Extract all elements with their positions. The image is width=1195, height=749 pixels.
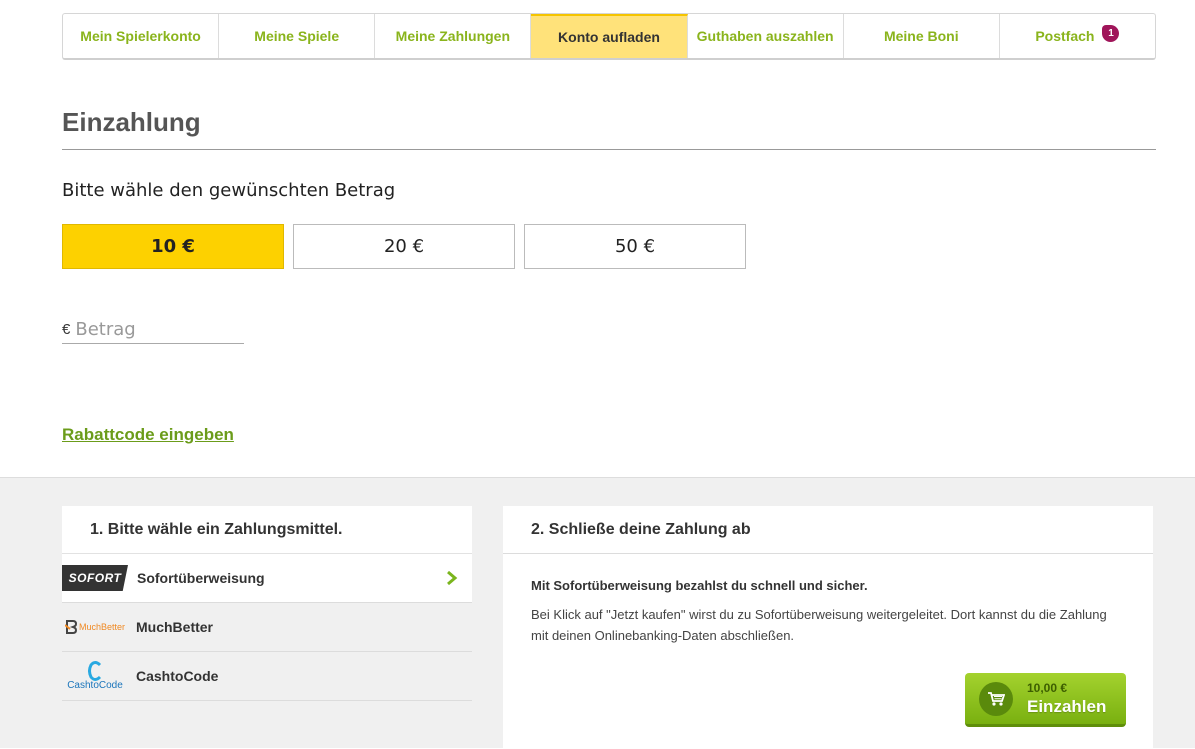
tab-konto-aufladen[interactable]: Konto aufladen	[531, 14, 688, 58]
title-divider	[62, 149, 1156, 150]
payment-method-heading: 1. Bitte wähle ein Zahlungsmittel.	[62, 506, 472, 554]
amount-button-50[interactable]: 50 €	[524, 224, 746, 269]
deposit-button-amount: 10,00 €	[1027, 680, 1068, 695]
payment-method-muchbetter[interactable]: MuchBetter MuchBetter	[62, 603, 472, 652]
checkout-panel: 2. Schließe deine Zahlung ab Mit Sofortü…	[503, 506, 1153, 749]
checkout-heading: 2. Schließe deine Zahlung ab	[503, 506, 1153, 554]
tab-meine-zahlungen[interactable]: Meine Zahlungen	[375, 14, 532, 58]
chevron-right-icon	[432, 570, 472, 586]
payment-area: 1. Bitte wähle ein Zahlungsmittel. SOFOR…	[0, 477, 1195, 749]
payment-method-name: Sofortüberweisung	[137, 570, 265, 586]
account-tabs: Mein Spielerkonto Meine Spiele Meine Zah…	[62, 13, 1156, 60]
checkout-info-headline: Mit Sofortüberweisung bezahlst du schnel…	[531, 578, 868, 593]
payment-method-cashtocode[interactable]: CashtoCode CashtoCode	[62, 652, 472, 701]
tab-postfach-label: Postfach	[1035, 28, 1095, 44]
payment-method-name: CashtoCode	[136, 668, 219, 684]
amount-button-20[interactable]: 20 €	[293, 224, 515, 269]
sofort-logo: SOFORT	[62, 565, 128, 591]
page-title: Einzahlung	[62, 107, 201, 137]
deposit-button[interactable]: 10,00 € Einzahlen	[965, 673, 1126, 727]
payment-method-sofort[interactable]: SOFORT Sofortüberweisung	[62, 554, 472, 603]
tab-meine-spiele[interactable]: Meine Spiele	[219, 14, 376, 58]
amount-options: 10 € 20 € 50 €	[62, 224, 746, 269]
currency-symbol: €	[62, 321, 71, 338]
amount-input[interactable]	[75, 319, 226, 340]
unread-badge: 1	[1102, 24, 1120, 42]
cashtocode-logo: CashtoCode	[62, 661, 128, 691]
amount-button-10[interactable]: 10 €	[62, 224, 284, 269]
tab-postfach[interactable]: Postfach 1	[1000, 14, 1155, 58]
amount-prompt: Bitte wähle den gewünschten Betrag	[62, 180, 396, 201]
cart-icon	[979, 681, 1013, 716]
muchbetter-logo: MuchBetter	[62, 620, 128, 634]
custom-amount-field: €	[62, 316, 244, 344]
payment-method-panel: 1. Bitte wähle ein Zahlungsmittel. SOFOR…	[62, 506, 472, 749]
checkout-info-text: Bei Klick auf "Jetzt kaufen" wirst du zu…	[531, 607, 1107, 643]
coupon-code-link[interactable]: Rabattcode eingeben	[62, 425, 234, 445]
tab-guthaben-auszahlen[interactable]: Guthaben auszahlen	[688, 14, 844, 58]
deposit-button-label: Einzahlen	[1027, 696, 1107, 716]
tab-mein-spielerkonto[interactable]: Mein Spielerkonto	[63, 14, 220, 58]
payment-method-name: MuchBetter	[136, 619, 214, 635]
tab-meine-boni[interactable]: Meine Boni	[844, 14, 1000, 58]
